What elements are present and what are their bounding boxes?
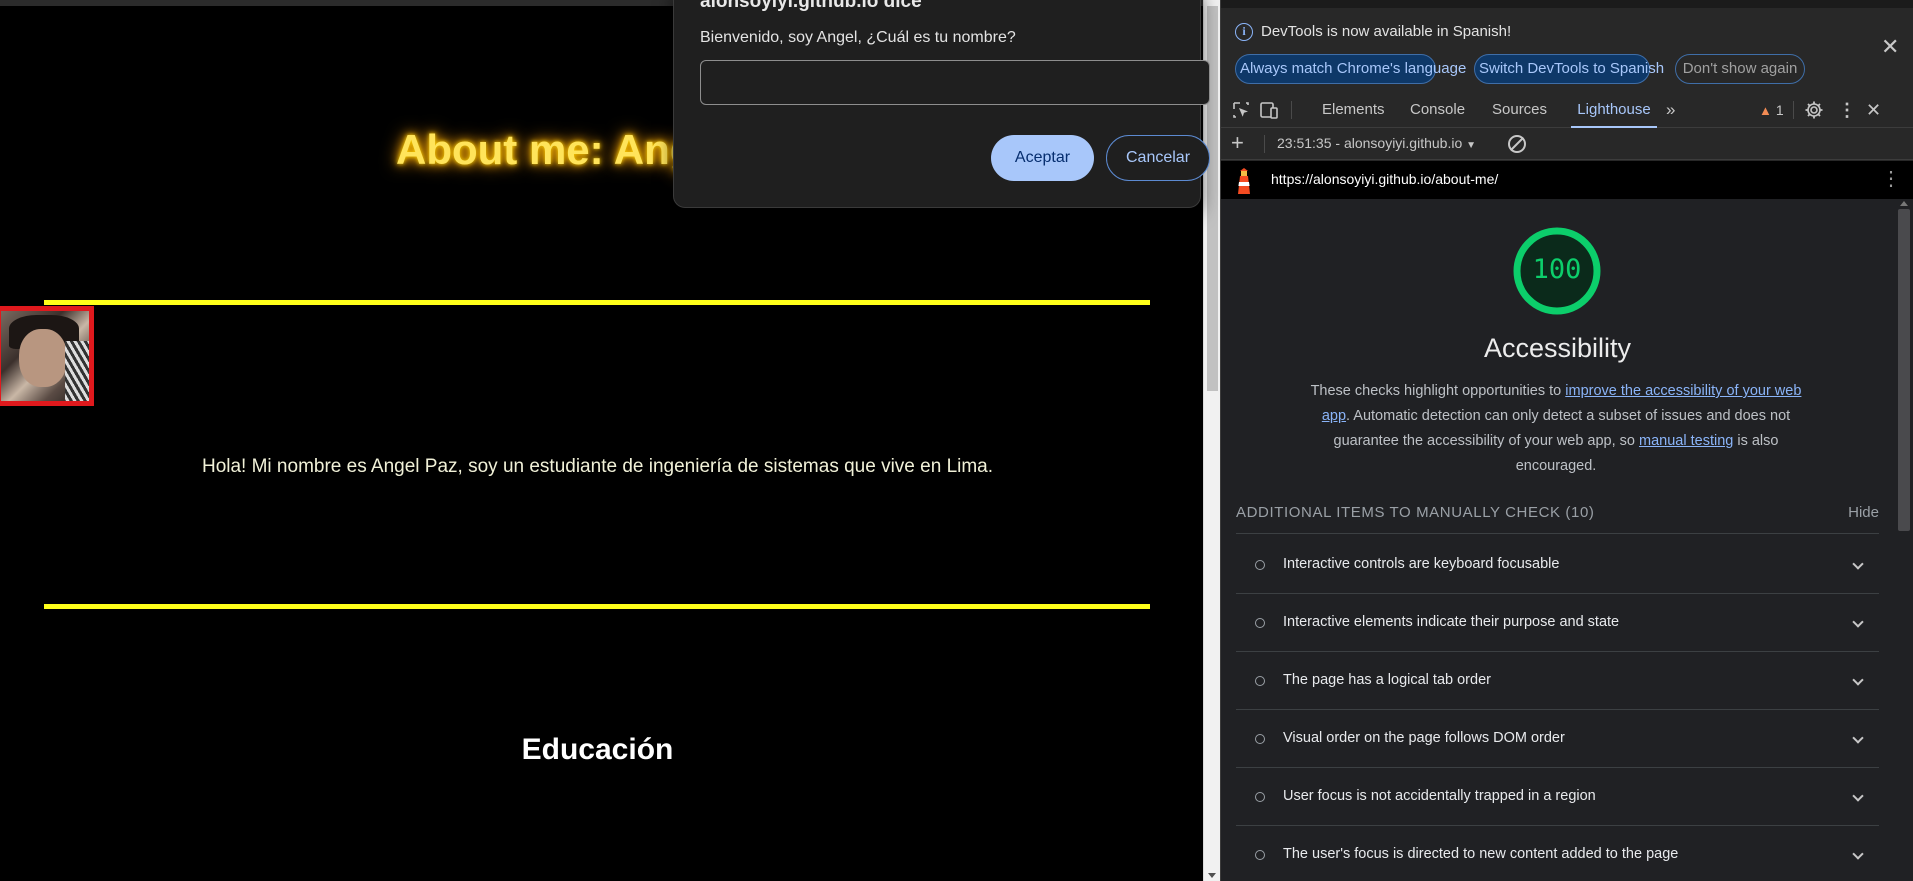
audit-item[interactable]: User focus is not accidentally trapped i… (1236, 768, 1879, 826)
lighthouse-report: 100 Accessibility These checks highlight… (1221, 199, 1894, 881)
audit-label: Interactive elements indicate their purp… (1283, 614, 1620, 630)
manual-audit-icon (1255, 618, 1265, 628)
manual-checks-header: ADDITIONAL ITEMS TO MANUALLY CHECK (10) … (1236, 504, 1879, 534)
education-heading: Educación (521, 733, 674, 766)
dialog-title: alonsoyiyi.github.io dice (700, 0, 922, 12)
dialog-message: Bienvenido, soy Angel, ¿Cuál es tu nombr… (700, 29, 1016, 46)
settings-gear-icon[interactable] (1804, 100, 1824, 120)
tab-elements[interactable]: Elements (1322, 92, 1385, 128)
chevron-down-icon (1852, 558, 1864, 570)
score-value: 100 (1532, 254, 1582, 285)
match-language-button[interactable]: Always match Chrome's language (1235, 54, 1466, 84)
audit-item[interactable]: The user's focus is directed to new cont… (1236, 826, 1879, 881)
category-description: These checks highlight opportunities to … (1306, 379, 1806, 479)
screen: About me: Angel Paz Hola! Mi nombre es A… (0, 0, 1913, 881)
clear-reports-icon[interactable] (1508, 135, 1526, 153)
switch-language-button[interactable]: Switch DevTools to Spanish (1474, 54, 1664, 84)
tab-lighthouse[interactable]: Lighthouse (1571, 92, 1657, 128)
manual-audit-icon (1255, 676, 1265, 686)
audit-item[interactable]: Interactive elements indicate their purp… (1236, 594, 1879, 652)
more-tabs-icon[interactable]: » (1666, 92, 1675, 128)
audit-label: The user's focus is directed to new cont… (1283, 846, 1679, 862)
dont-show-again-button[interactable]: Don't show again (1675, 54, 1805, 84)
prompt-dialog: alonsoyiyi.github.io dice Bienvenido, so… (673, 0, 1210, 208)
tab-sources[interactable]: Sources (1492, 92, 1547, 128)
accept-button[interactable]: Aceptar (991, 135, 1094, 181)
chevron-down-icon (1852, 616, 1864, 628)
manual-testing-link[interactable]: manual testing (1639, 433, 1733, 449)
chevron-down-icon (1852, 848, 1864, 860)
chevron-down-icon (1852, 732, 1864, 744)
page-scrollbar[interactable] (1203, 0, 1220, 881)
report-url: https://alonsoyiyi.github.io/about-me/ (1271, 171, 1499, 187)
manual-audit-icon (1255, 792, 1265, 802)
report-menu-icon[interactable]: ⋮ (1881, 167, 1901, 191)
close-icon[interactable]: ✕ (1881, 36, 1899, 58)
scroll-down-arrow-icon[interactable] (1208, 873, 1216, 878)
audit-item[interactable]: The page has a logical tab order (1236, 652, 1879, 710)
intro-paragraph: Hola! Mi nombre es Angel Paz, soy un est… (201, 456, 994, 477)
avatar-face (19, 329, 67, 387)
infobar-message: DevTools is now available in Spanish! (1261, 23, 1512, 40)
audit-label: Visual order on the page follows DOM ord… (1283, 730, 1565, 746)
audit-label: The page has a logical tab order (1283, 672, 1491, 688)
avatar-clothing (65, 341, 89, 401)
name-input[interactable] (700, 60, 1210, 105)
audit-label: Interactive controls are keyboard focusa… (1283, 556, 1560, 572)
manual-checks-title: ADDITIONAL ITEMS TO MANUALLY CHECK (10) (1236, 504, 1595, 521)
toolbar-separator (1793, 101, 1794, 119)
audit-item[interactable]: Visual order on the page follows DOM ord… (1236, 710, 1879, 768)
devtools-toolbar: Elements Console Sources Lighthouse » ▲ 1… (1221, 92, 1913, 128)
chevron-down-icon (1852, 790, 1864, 802)
divider-top (44, 300, 1150, 305)
divider-bottom (44, 604, 1150, 609)
report-selector-label: 23:51:35 - alonsoyiyi.github.io (1277, 135, 1463, 151)
chevron-down-icon: ▼ (1466, 140, 1477, 151)
manual-audit-icon (1255, 734, 1265, 744)
warning-icon: ▲ (1759, 103, 1772, 118)
device-toolbar-icon[interactable] (1259, 100, 1279, 120)
devtools-panel: i DevTools is now available in Spanish! … (1220, 0, 1913, 881)
toolbar-separator (1291, 101, 1292, 119)
close-devtools-icon[interactable]: ✕ (1866, 92, 1881, 128)
audit-label: User focus is not accidentally trapped i… (1283, 788, 1596, 804)
tab-console[interactable]: Console (1410, 92, 1465, 128)
report-scrollbar[interactable] (1894, 199, 1913, 881)
toolbar-separator (1264, 135, 1265, 153)
chevron-down-icon (1852, 674, 1864, 686)
audit-item[interactable]: Interactive controls are keyboard focusa… (1236, 536, 1879, 594)
manual-audit-icon (1255, 560, 1265, 570)
warnings-counter[interactable]: ▲ 1 (1759, 92, 1784, 128)
hide-button[interactable]: Hide (1848, 504, 1879, 521)
report-url-bar: https://alonsoyiyi.github.io/about-me/ ⋮ (1221, 161, 1913, 199)
scroll-up-arrow-icon[interactable] (1900, 201, 1908, 206)
new-report-icon[interactable]: + (1231, 131, 1244, 155)
lighthouse-toolbar: + 23:51:35 - alonsoyiyi.github.io ▼ (1221, 128, 1913, 160)
avatar (0, 306, 94, 406)
more-options-icon[interactable]: ⋮ (1838, 92, 1856, 128)
inspect-element-icon[interactable] (1231, 100, 1251, 120)
report-selector[interactable]: 23:51:35 - alonsoyiyi.github.io ▼ (1277, 135, 1476, 151)
lighthouse-logo-icon (1238, 168, 1250, 194)
cancel-button[interactable]: Cancelar (1106, 135, 1210, 181)
devtools-edge (1221, 0, 1913, 8)
category-title: Accessibility (1483, 333, 1632, 363)
report-scrollbar-thumb[interactable] (1898, 209, 1910, 531)
info-icon: i (1235, 23, 1253, 41)
warning-count: 1 (1775, 102, 1784, 118)
language-infobar: i DevTools is now available in Spanish! … (1221, 8, 1913, 88)
description-text: These checks highlight opportunities to (1310, 383, 1566, 399)
manual-audit-icon (1255, 850, 1265, 860)
